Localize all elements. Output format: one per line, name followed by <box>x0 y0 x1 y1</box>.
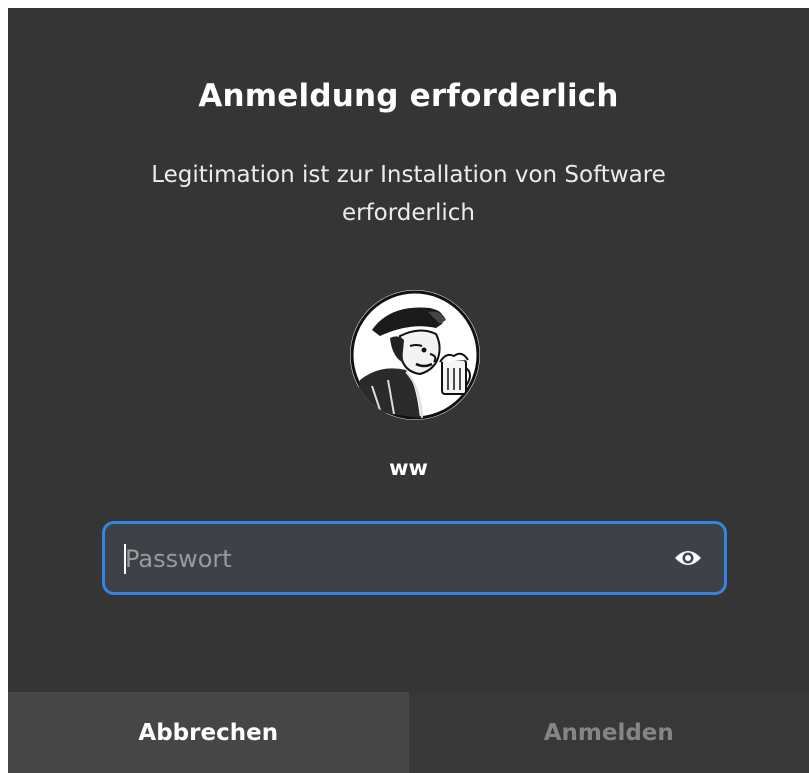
eye-icon <box>675 551 701 565</box>
login-button[interactable]: Anmelden <box>408 692 809 773</box>
dialog-button-bar: Abbrechen Anmelden <box>8 692 809 773</box>
reveal-password-button[interactable] <box>670 540 706 576</box>
dialog-message: Legitimation ist zur Installation von So… <box>151 162 666 226</box>
avatar-portrait-icon <box>350 290 480 420</box>
cancel-button[interactable]: Abbrechen <box>8 692 409 773</box>
password-input[interactable] <box>123 524 647 594</box>
password-field[interactable] <box>102 521 727 595</box>
authentication-dialog: Anmeldung erforderlich Legitimation ist … <box>8 8 809 773</box>
text-caret <box>124 544 126 574</box>
dialog-title: Anmeldung erforderlich <box>198 78 619 114</box>
username-label: ww <box>389 456 428 480</box>
user-avatar <box>350 290 480 420</box>
